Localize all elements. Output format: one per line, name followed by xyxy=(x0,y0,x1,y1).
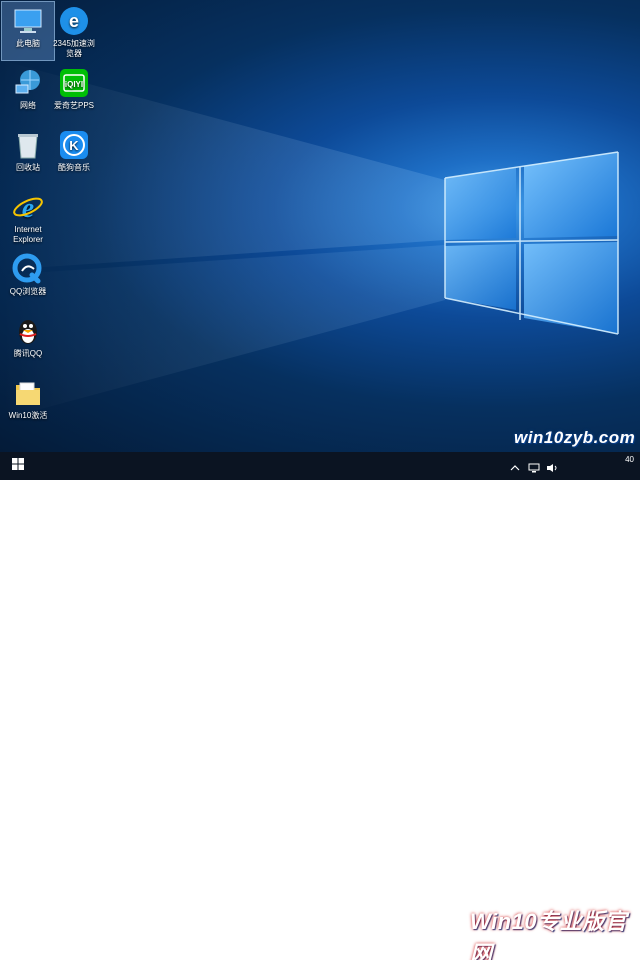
desktop-icon-kugou-music[interactable]: K 酷狗音乐 xyxy=(48,126,100,184)
desktop-icon-grid: 此电脑 e 2345加速浏 览器 网络 iQIYI 爱奇艺PPS 回收站 K 酷… xyxy=(0,0,110,452)
desktop-icon-label: 回收站 xyxy=(16,163,40,172)
internet-explorer-icon: e xyxy=(12,191,44,224)
desktop-icon-2345-browser[interactable]: e 2345加速浏 览器 xyxy=(48,2,100,60)
qq-icon xyxy=(12,315,44,347)
desktop-icon-internet-explorer[interactable]: e Internet Explorer xyxy=(2,188,54,246)
kugou-icon: K xyxy=(58,129,90,161)
system-tray: 40 xyxy=(490,452,640,480)
desktop-icon-this-pc[interactable]: 此电脑 xyxy=(1,1,55,61)
desktop-background: 此电脑 e 2345加速浏 览器 网络 iQIYI 爱奇艺PPS 回收站 K 酷… xyxy=(0,0,640,452)
desktop-icon-label: QQ浏览器 xyxy=(9,287,47,296)
svg-text:K: K xyxy=(69,138,79,153)
desktop-icon-label: 酷狗音乐 xyxy=(58,163,90,172)
volume-icon[interactable] xyxy=(546,460,558,478)
svg-text:e: e xyxy=(22,193,34,223)
start-button[interactable] xyxy=(0,452,36,480)
desktop-icon-label: 此电脑 xyxy=(16,39,40,48)
folder-icon xyxy=(12,377,44,409)
desktop-icon-label: 网络 xyxy=(20,101,36,110)
clock[interactable]: 40 xyxy=(625,454,634,465)
iqiyi-icon: iQIYI xyxy=(58,67,90,99)
browser-2345-icon: e xyxy=(58,5,90,37)
windows-logo-icon xyxy=(12,457,24,475)
desktop-icon-win10-activate[interactable]: Win10激活 xyxy=(2,374,54,432)
network-tray-icon[interactable] xyxy=(528,460,540,478)
watermark-site: win10zyb.com xyxy=(514,428,636,447)
recycle-bin-icon xyxy=(12,129,44,161)
qq-browser-icon xyxy=(12,253,44,285)
svg-text:e: e xyxy=(69,11,79,31)
desktop-icon-label: 2345加速浏 览器 xyxy=(53,39,95,58)
desktop-icon-qq-browser[interactable]: QQ浏览器 xyxy=(2,250,54,308)
desktop-icon-recycle-bin[interactable]: 回收站 xyxy=(2,126,54,184)
desktop-icon-label: 腾讯QQ xyxy=(13,349,43,358)
chevron-up-icon[interactable] xyxy=(510,460,520,478)
desktop-icon-label: 爱奇艺PPS xyxy=(53,101,94,110)
taskbar: 40 Win10专业版官网 xyxy=(0,452,640,960)
computer-icon xyxy=(12,5,44,37)
desktop-icon-tencent-qq[interactable]: 腾讯QQ xyxy=(2,312,54,370)
desktop-icon-label: Internet Explorer xyxy=(13,225,43,244)
desktop-icon-iqiyi-pps[interactable]: iQIYI 爱奇艺PPS xyxy=(48,64,100,122)
desktop-icon-label: Win10激活 xyxy=(8,411,48,420)
watermark-brand: Win10专业版官网 xyxy=(470,909,628,960)
desktop-icon-network[interactable]: 网络 xyxy=(2,64,54,122)
svg-text:iQIYI: iQIYI xyxy=(65,80,83,89)
network-icon xyxy=(12,67,44,99)
